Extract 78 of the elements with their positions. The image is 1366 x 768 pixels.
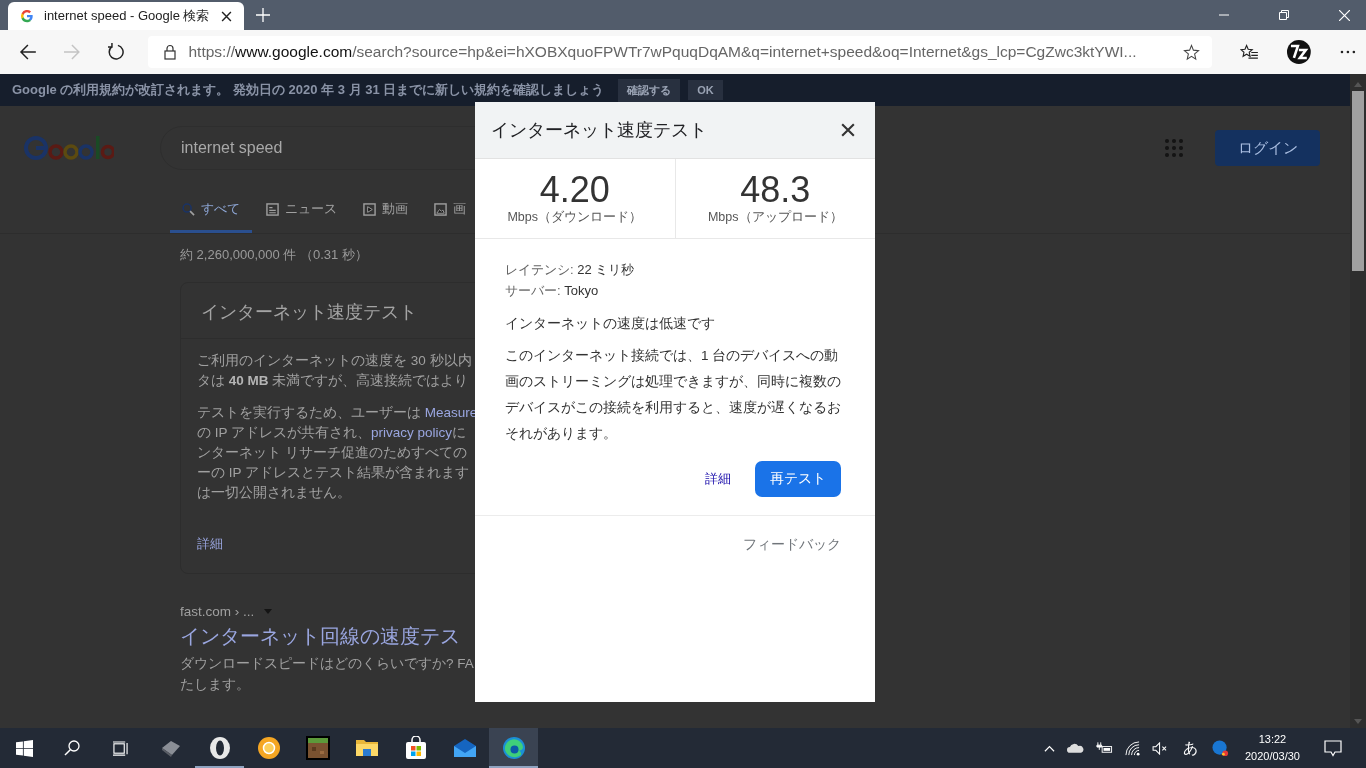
letter-o-icon [207, 736, 232, 760]
card-text: タは 40 MB 未満ですが、高速接続ではより [197, 372, 470, 390]
link[interactable]: Measure [424, 405, 478, 420]
result-url: fast.com › ... [180, 604, 255, 619]
feedback-link[interactable]: フィードバック [743, 536, 841, 554]
details-link[interactable]: 詳細 [197, 535, 223, 553]
grass-block-icon [305, 736, 330, 760]
url-text: https://www.google.com/search?source=hp&ei=hXOBXquoFPWTr7wPquqDqAM&q=internet+speed&oq=Internet&gs_lcp=CgZwc3ktYWI... [188, 43, 1138, 61]
result-snippet: ダウンロードスピードはどのくらいですか? FA [180, 655, 475, 673]
cloud-icon[interactable] [1066, 743, 1084, 753]
chevron-up-icon[interactable] [1043, 744, 1055, 752]
task-view-icon[interactable] [111, 740, 129, 756]
clock-date: 2020/03/30 [1244, 749, 1300, 764]
result-title[interactable]: インターネット回線の速度テス [180, 623, 1350, 650]
detail-text: レイテンシ: 22 ミリ秒 [505, 261, 636, 279]
image-icon [434, 202, 447, 216]
retest-button[interactable]: 再テスト [755, 461, 841, 497]
result-snippet: たします。 [180, 676, 251, 694]
shopping-bag-icon [403, 736, 428, 760]
new-tab-icon[interactable] [256, 8, 270, 22]
speaker-muted-icon[interactable] [1151, 741, 1169, 755]
speed-unit: Mbps（アップロード） [707, 209, 843, 226]
card-text: ーの IP アドレスとテスト結果が含まれます [197, 464, 470, 482]
result-stats: 約 2,260,000,000 件 （0.31 秒） [180, 246, 369, 264]
ime-indicator[interactable]: あ [1182, 738, 1198, 758]
notice-button[interactable]: OK [688, 80, 723, 100]
search-tab[interactable]: 画 [422, 190, 478, 233]
more-icon[interactable] [1340, 50, 1356, 54]
extension-icon[interactable] [1286, 39, 1313, 65]
search-tab[interactable]: ニュース [254, 190, 349, 233]
favorites-icon[interactable] [1239, 43, 1259, 61]
card-text: は一切公開されません。 [197, 484, 352, 502]
windows-start-icon[interactable] [15, 739, 33, 757]
address-bar[interactable]: https://www.google.com/search?source=hp&ei=hXOBXquoFPWTr7wPquqDqAM&q=internet+speed&oq=Internet&gs_lcp=CgZwc3ktYWI... [148, 36, 1212, 68]
envelope-icon [452, 736, 477, 760]
circle-icon [256, 736, 281, 760]
reload-icon[interactable] [106, 43, 125, 61]
battery-icon[interactable] [1095, 742, 1113, 754]
wave-icon [501, 736, 526, 760]
scrollbar[interactable] [1350, 74, 1366, 728]
wifi-icon[interactable] [1124, 740, 1140, 756]
back-icon[interactable] [19, 43, 37, 61]
restore-icon[interactable] [1279, 10, 1289, 20]
verdict-text: インターネットの速度は低速です [505, 315, 716, 333]
link[interactable]: privacy policy [371, 425, 453, 440]
close-icon[interactable] [841, 123, 855, 137]
google-icon [20, 9, 34, 23]
search-tab[interactable]: 動画 [351, 190, 420, 233]
scroll-thumb[interactable] [1352, 91, 1364, 271]
search-icon [182, 202, 195, 216]
status-dot-icon[interactable] [1211, 739, 1229, 757]
tab-title: internet speed - Google 検索 [44, 7, 211, 25]
notification-icon[interactable] [1324, 739, 1342, 757]
detail-text: サーバー: Tokyo [505, 282, 600, 300]
browser-tab[interactable]: internet speed - Google 検索 [8, 2, 244, 30]
newspaper-icon [266, 202, 279, 216]
search-tab[interactable]: すべて [170, 190, 252, 233]
card-text: の IP アドレスが共有され、privacy policyに [197, 424, 468, 442]
search-query: internet speed [181, 139, 283, 157]
search-icon[interactable] [64, 740, 80, 756]
card-text: テストを実行するため、ユーザーは Measure [197, 404, 478, 422]
clock[interactable]: 13:22 2020/03/30 [1244, 731, 1300, 765]
speed-unit: Mbps（ダウンロード） [507, 209, 643, 226]
dialog-title: インターネット速度テスト [491, 119, 707, 142]
notice-text: Google の利用規約が改訂されます。 発効日の 2020 年 3 月 31 日までに新しい規約を確認しましょう [12, 81, 605, 99]
description-text: このインターネット接続では、1 台のデバイスへの動画のストリーミングは処理できますが、同時に複数のデバイスがこの接続を利用すると、速度が遅くなるおそれがあります。 [505, 347, 841, 443]
close-icon[interactable] [221, 10, 232, 22]
speed-value: 48.3 [740, 171, 811, 209]
star-icon[interactable] [1182, 43, 1200, 61]
login-button[interactable]: ログイン [1215, 130, 1320, 166]
clock-time: 13:22 [1258, 732, 1287, 747]
card-text: ご利用のインターネットの速度を 30 秒以内 [197, 352, 472, 370]
speed-value: 4.20 [539, 171, 610, 209]
details-link[interactable]: 詳細 [705, 470, 731, 488]
lock-icon [164, 44, 177, 60]
play-icon [363, 202, 376, 216]
notice-button[interactable]: 確認する [618, 78, 681, 102]
card-text: ンターネット リサーチ促進のためすべての [197, 444, 468, 462]
